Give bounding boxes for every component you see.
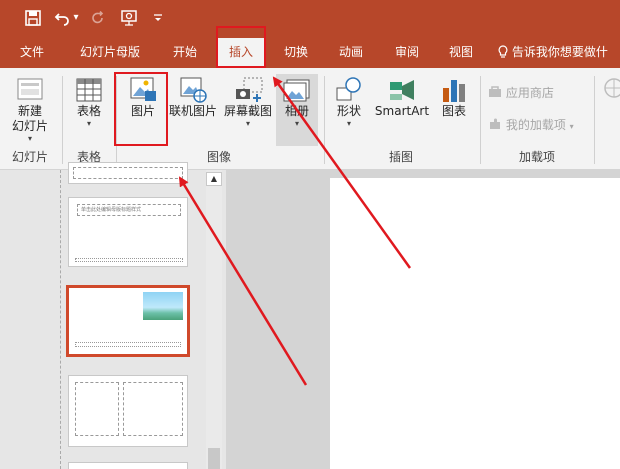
powerpoint-window: ▾ 文件 幻灯片母版 开始 插入 切换 动画 审阅 视图 告诉我你想要做什 新建… xyxy=(0,0,620,469)
arrow-to-insert-tab xyxy=(272,76,412,269)
arrow-to-picture-button xyxy=(178,176,308,386)
annotation-arrows xyxy=(178,76,412,386)
